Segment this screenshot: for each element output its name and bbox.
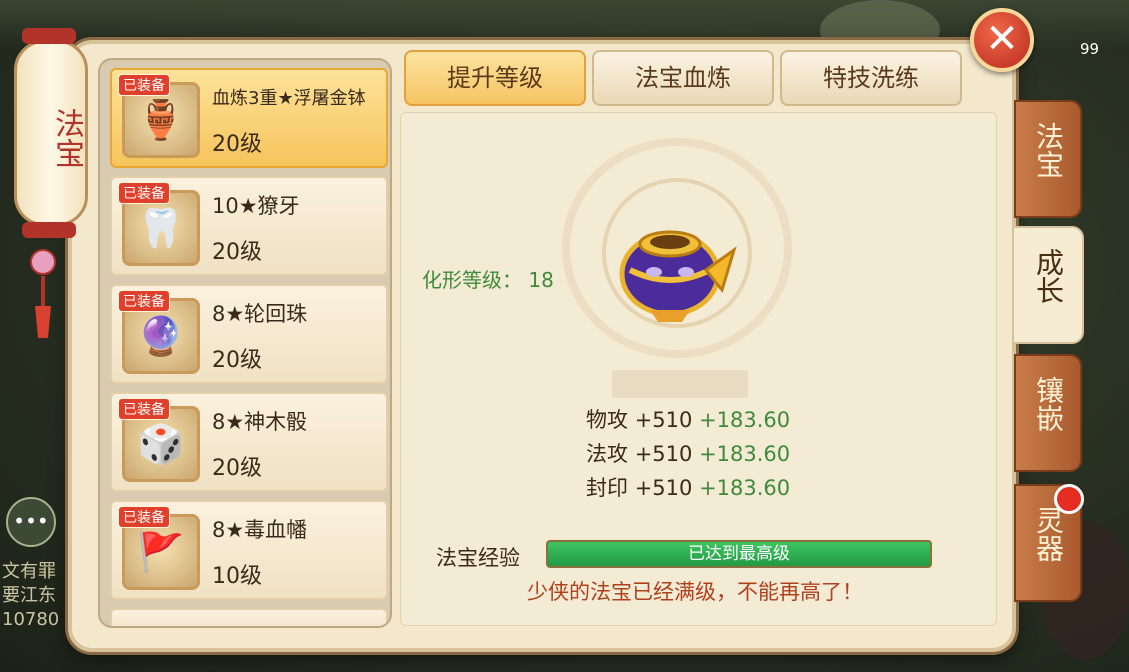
treasure-level: 10级 [212, 564, 262, 589]
chat-bubble-icon[interactable]: ••• [6, 497, 56, 547]
stat-base: +510 [634, 408, 693, 432]
treasure-level: 20级 [212, 132, 262, 157]
treasure-list[interactable]: 🏺 已装备 血炼3重★浮屠金钵 20级 🦷 已装备 10★獠牙 20级 🔮 已装… [98, 58, 392, 628]
treasure-level: 20级 [212, 456, 262, 481]
stat-physical-attack: 物攻 +510 +183.60 [586, 404, 790, 434]
stat-label: 法攻 [586, 442, 628, 466]
form-level-label: 化形等级： [422, 268, 522, 292]
stat-bonus: +183.60 [699, 408, 791, 432]
hud-counter: 99 [1080, 40, 1100, 58]
treasure-list-item[interactable]: 🚩 已装备 8★毒血幡 10级 [110, 500, 388, 600]
stat-label: 物攻 [586, 408, 628, 432]
side-tab-growth[interactable]: 成长 [1012, 226, 1084, 344]
exp-label: 法宝经验 [436, 546, 520, 570]
side-tab-label: 镶嵌 [1032, 376, 1065, 432]
form-level: 化形等级： 18 [422, 264, 554, 293]
exp-bar-text: 已达到最高级 [688, 544, 790, 564]
treasure-list-item[interactable]: 🎲 已装备 8★神木骰 20级 [110, 392, 388, 492]
tab-skill-reforge[interactable]: 特技洗练 [780, 50, 962, 106]
stat-bonus: +183.60 [699, 442, 791, 466]
treasure-list-item[interactable]: 🔮 已装备 8★轮回珠 20级 [110, 284, 388, 384]
side-tab-label: 成长 [1032, 248, 1065, 304]
treasure-name: 10★獠牙 [212, 194, 300, 218]
equipped-badge: 已装备 [118, 290, 170, 312]
tab-blood-refine[interactable]: 法宝血炼 [592, 50, 774, 106]
treasure-name: 8★轮回珠 [212, 302, 308, 326]
stat-seal: 封印 +510 +183.60 [586, 472, 790, 502]
treasure-name: 血炼3重★浮屠金钵 [212, 88, 366, 109]
lantern-cap [22, 222, 76, 238]
treasure-name: 8★神木骰 [212, 410, 308, 434]
lantern-cap [22, 28, 76, 44]
tab-upgrade-level[interactable]: 提升等级 [404, 50, 586, 106]
equipped-badge: 已装备 [118, 506, 170, 528]
panel-title: 法宝 [49, 108, 84, 168]
equipped-badge: 已装备 [118, 398, 170, 420]
golden-bowl-icon [619, 230, 737, 322]
stat-base: +510 [634, 476, 693, 500]
treasure-level: 20级 [212, 240, 262, 265]
treasure-list-item[interactable] [110, 608, 388, 626]
treasure-name: 8★毒血幡 [212, 518, 308, 542]
equipped-badge: 已装备 [118, 182, 170, 204]
max-level-message: 少侠的法宝已经满级，不能再高了！ [527, 580, 863, 604]
stat-base: +510 [634, 442, 693, 466]
treasure-list-item[interactable]: 🦷 已装备 10★獠牙 20级 [110, 176, 388, 276]
stat-magic-attack: 法攻 +510 +183.60 [586, 438, 790, 468]
close-button[interactable]: ✕ [970, 8, 1034, 72]
side-tab-label: 法宝 [1032, 122, 1065, 178]
stat-label: 封印 [586, 476, 628, 500]
treasure-name-plate [612, 370, 748, 398]
form-level-value: 18 [528, 268, 554, 292]
notification-dot [1054, 484, 1084, 514]
tassel-ornament [30, 249, 56, 338]
exp-progress-bar: 已达到最高级 [546, 540, 932, 568]
side-tab-label: 灵器 [1032, 506, 1065, 562]
treasure-list-item[interactable]: 🏺 已装备 血炼3重★浮屠金钵 20级 [110, 68, 388, 168]
equipped-badge: 已装备 [118, 74, 170, 96]
stat-bonus: +183.60 [699, 476, 791, 500]
side-tab-inlay[interactable]: 镶嵌 [1014, 354, 1082, 472]
side-tab-treasure[interactable]: 法宝 [1014, 100, 1082, 218]
treasure-level: 20级 [212, 348, 262, 373]
